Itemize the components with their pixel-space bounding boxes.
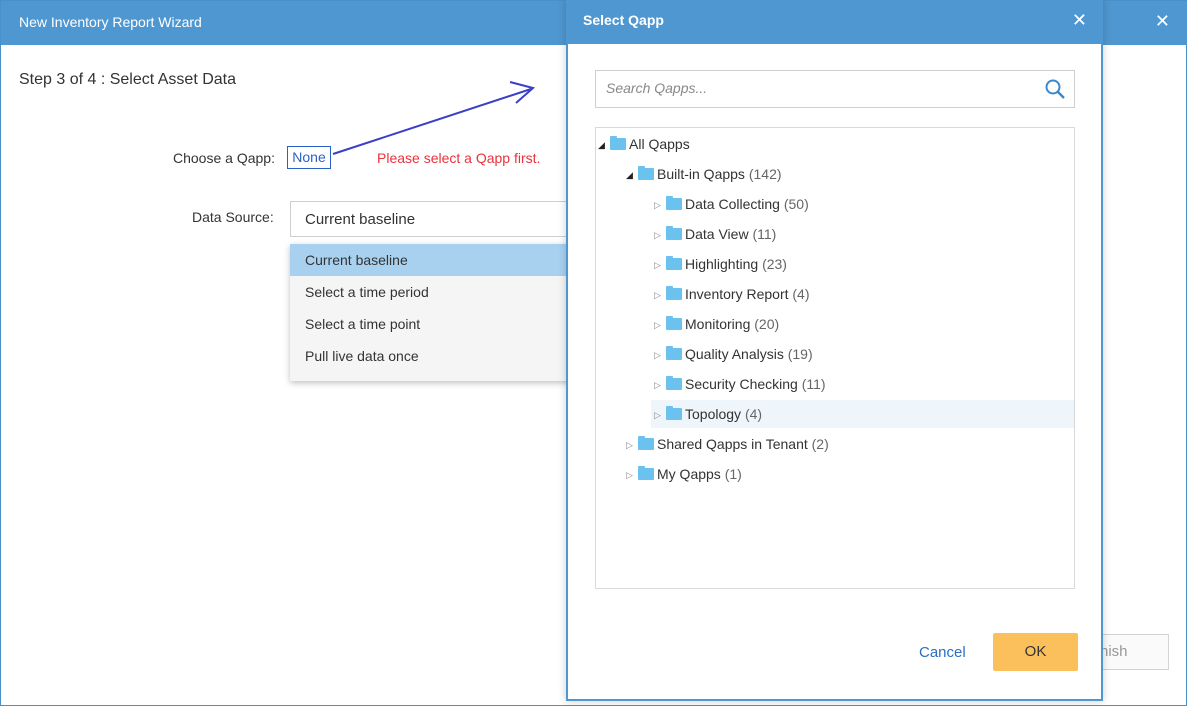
wizard-close-icon[interactable]: ✕: [1155, 11, 1170, 32]
collapsed-arrow-icon[interactable]: ▷: [654, 251, 666, 279]
tree-node-count: (23): [762, 256, 787, 272]
tree-node-label: Topology: [685, 406, 742, 422]
tree-node-label: My Qapps: [657, 466, 721, 482]
qapp-tree: ◢ All Qapps ◢ Built-in Qapps (142) ▷ Data C…: [595, 127, 1075, 589]
tree-node-label: Highlighting: [685, 256, 759, 272]
tree-node-count: (20): [754, 316, 780, 332]
tree-node-data-view[interactable]: ▷ Data View (11): [654, 220, 776, 248]
dropdown-option-live-data[interactable]: Pull live data once: [290, 340, 580, 372]
tree-node-count: (50): [783, 196, 809, 212]
choose-qapp-link[interactable]: None: [287, 146, 331, 169]
collapsed-arrow-icon[interactable]: ▷: [654, 371, 666, 399]
folder-icon: [666, 316, 682, 330]
folder-icon: [638, 466, 654, 480]
tree-node-count: (4): [744, 406, 763, 422]
tree-node-label: Data View: [685, 226, 749, 242]
folder-icon: [666, 406, 682, 420]
collapsed-arrow-icon[interactable]: ▷: [626, 461, 638, 489]
tree-node-count: (11): [801, 376, 826, 392]
tree-node-label: Data Collecting: [685, 196, 780, 212]
tree-node-my-qapps[interactable]: ▷ My Qapps (1): [626, 460, 742, 488]
collapsed-arrow-icon[interactable]: ▷: [654, 401, 666, 429]
collapsed-arrow-icon[interactable]: ▷: [654, 191, 666, 219]
tree-node-topology[interactable]: ▷ Topology (4): [651, 400, 1074, 428]
tree-node-label: Quality Analysis: [685, 346, 784, 362]
tree-node-security-checking[interactable]: ▷ Security Checking (11): [654, 370, 826, 398]
tree-node-label: Inventory Report: [685, 286, 789, 302]
tree-node-data-collecting[interactable]: ▷ Data Collecting (50): [654, 190, 809, 218]
tree-node-label: Security Checking: [685, 376, 798, 392]
collapsed-arrow-icon[interactable]: ▷: [654, 341, 666, 369]
collapsed-arrow-icon[interactable]: ▷: [654, 311, 666, 339]
qapp-warning: Please select a Qapp first.: [377, 150, 541, 166]
data-source-select[interactable]: Current baseline: [290, 201, 580, 237]
folder-icon: [666, 226, 682, 240]
folder-icon: [666, 256, 682, 270]
data-source-dropdown: Current baseline Select a time period Se…: [290, 244, 580, 381]
step-title: Step 3 of 4 : Select Asset Data: [19, 71, 237, 88]
modal-header: Select Qapp ✕: [568, 0, 1101, 44]
tree-node-label: Shared Qapps in Tenant: [657, 436, 808, 452]
modal-title: Select Qapp: [583, 12, 664, 28]
search-box: [595, 70, 1075, 108]
search-icon[interactable]: [1044, 78, 1066, 103]
tree-node-count: (11): [752, 226, 777, 242]
tree-node-shared-qapps[interactable]: ▷ Shared Qapps in Tenant (2): [626, 430, 829, 458]
folder-icon: [666, 376, 682, 390]
tree-node-count: (142): [748, 166, 782, 182]
modal-close-icon[interactable]: ✕: [1072, 10, 1087, 31]
ok-button[interactable]: OK: [993, 633, 1078, 671]
folder-icon: [638, 436, 654, 450]
tree-node-monitoring[interactable]: ▷ Monitoring (20): [654, 310, 779, 338]
folder-icon: [666, 196, 682, 210]
tree-node-count: (19): [787, 346, 813, 362]
tree-node-label: Monitoring: [685, 316, 751, 332]
tree-node-count: (1): [724, 466, 742, 482]
choose-qapp-label: Choose a Qapp:: [173, 150, 275, 166]
folder-icon: [610, 136, 626, 150]
folder-icon: [638, 166, 654, 180]
folder-icon: [666, 286, 682, 300]
collapsed-arrow-icon[interactable]: ▷: [654, 281, 666, 309]
tree-node-label: Built-in Qapps: [657, 166, 745, 182]
tree-node-quality-analysis[interactable]: ▷ Quality Analysis (19): [654, 340, 813, 368]
tree-node-count: (4): [792, 286, 810, 302]
cancel-button[interactable]: Cancel: [919, 644, 966, 661]
tree-node-builtin[interactable]: ◢ Built-in Qapps (142): [626, 160, 782, 188]
tree-node-count: (2): [811, 436, 829, 452]
tree-node-highlighting[interactable]: ▷ Highlighting (23): [654, 250, 787, 278]
expand-arrow-icon[interactable]: ◢: [626, 161, 638, 189]
expand-arrow-icon[interactable]: ◢: [598, 131, 610, 159]
wizard-title: New Inventory Report Wizard: [19, 14, 202, 30]
dropdown-option-time-point[interactable]: Select a time point: [290, 308, 580, 340]
tree-node-inventory-report[interactable]: ▷ Inventory Report (4): [654, 280, 810, 308]
tree-node-label: All Qapps: [629, 136, 690, 152]
folder-icon: [666, 346, 682, 360]
collapsed-arrow-icon[interactable]: ▷: [626, 431, 638, 459]
search-input[interactable]: [596, 71, 1046, 105]
data-source-label: Data Source:: [192, 209, 274, 225]
tree-node-all-qapps[interactable]: ◢ All Qapps: [598, 130, 690, 158]
dropdown-option-time-period[interactable]: Select a time period: [290, 276, 580, 308]
dropdown-option-current-baseline[interactable]: Current baseline: [290, 244, 580, 276]
select-qapp-modal: Select Qapp ✕ ◢ All Qapps ◢ Built-in Qapps…: [566, 0, 1103, 701]
collapsed-arrow-icon[interactable]: ▷: [654, 221, 666, 249]
